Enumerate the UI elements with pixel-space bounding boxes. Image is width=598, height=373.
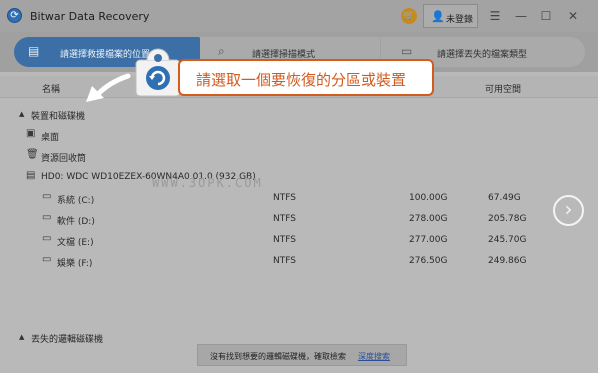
user-icon: 👤 — [431, 10, 445, 23]
drive-icon: ▭ — [42, 191, 52, 202]
partition-free: 249.86G — [488, 256, 527, 266]
title-bar: ⟳ Bitwar Data Recovery 🛒 👤 未登錄 ☰ — ☐ ✕ — [0, 0, 598, 32]
next-step-button[interactable]: › — [553, 195, 584, 226]
deep-search-link[interactable]: 深度搜索 — [358, 351, 390, 362]
partition-row[interactable]: ▭ 文檔 (E:) NTFS 277.00G 245.70G — [42, 232, 542, 248]
footer-hint: 沒有找到想要的邏輯磁碟機，確取檢索 深度搜索 — [197, 344, 407, 366]
partition-size: 100.00G — [409, 193, 448, 203]
minimize-icon[interactable]: — — [513, 8, 529, 24]
partition-free: 67.49G — [488, 193, 521, 203]
column-name[interactable]: 名稱 — [42, 82, 60, 95]
maximize-icon[interactable]: ☐ — [538, 8, 554, 24]
cart-icon[interactable]: 🛒 — [401, 8, 417, 24]
callout-text: 請選取一個要恢復的分區或裝置 — [196, 71, 407, 89]
partition-free: 205.78G — [488, 214, 527, 224]
partition-row[interactable]: ▭ 軟件 (D:) NTFS 278.00G 205.78G — [42, 211, 542, 227]
search-icon: ⌕ — [218, 44, 225, 58]
footer-message: 沒有找到想要的邏輯磁碟機，確取檢索 — [210, 352, 346, 361]
partition-fs: NTFS — [273, 256, 296, 266]
lost-partitions-label: 丟失的邏輯磁碟機 — [31, 335, 104, 345]
collapse-caret-icon[interactable]: ▲ — [19, 333, 24, 341]
recycle-bin-label: 資源回收筒 — [41, 154, 87, 164]
tutorial-callout: 請選取一個要恢復的分區或裝置 — [178, 59, 434, 96]
partition-fs: NTFS — [273, 214, 296, 224]
partition-row[interactable]: ▭ 系統 (C:) NTFS 100.00G 67.49G — [42, 190, 542, 206]
watermark: WWW.3OPK.COM — [152, 176, 263, 190]
collapse-caret-icon[interactable]: ▲ — [19, 110, 24, 118]
document-icon: ▤ — [28, 44, 40, 58]
drive-icon: ▭ — [42, 254, 52, 265]
partition-name: 文檔 (E:) — [57, 238, 94, 248]
devices-group[interactable]: ▲ 裝置和磁碟機 — [19, 106, 219, 122]
partition-name: 娛樂 (F:) — [57, 259, 93, 269]
drive-icon: ▭ — [42, 233, 52, 244]
refresh-icon — [135, 48, 181, 97]
partition-size: 277.00G — [409, 235, 448, 245]
desktop-icon: ▣ — [26, 128, 36, 139]
devices-group-label: 裝置和磁碟機 — [31, 112, 86, 122]
lost-partitions-group[interactable]: ▲ 丟失的邏輯磁碟機 — [19, 329, 219, 345]
column-free-space[interactable]: 可用空間 — [485, 82, 521, 95]
partition-size: 276.50G — [409, 256, 448, 266]
trash-icon: 🗑 — [26, 149, 39, 160]
partition-name: 系統 (C:) — [57, 196, 95, 206]
partition-free: 245.70G — [488, 235, 527, 245]
partition-fs: NTFS — [273, 235, 296, 245]
app-logo-icon: ⟳ — [7, 8, 22, 23]
login-button[interactable]: 👤 未登錄 — [423, 4, 478, 28]
partition-row[interactable]: ▭ 娛樂 (F:) NTFS 276.50G 249.86G — [42, 253, 542, 269]
partition-name: 軟件 (D:) — [57, 217, 95, 227]
tutorial-arrow-icon — [86, 73, 131, 102]
menu-icon[interactable]: ☰ — [487, 8, 503, 24]
step-file-type-label: 請選擇丟失的檔案類型 — [437, 50, 528, 60]
partition-fs: NTFS — [273, 193, 296, 203]
hard-disk-icon: ▤ — [26, 170, 36, 181]
drive-icon: ▭ — [42, 212, 52, 223]
login-label: 未登錄 — [446, 15, 474, 25]
tree-item-desktop[interactable]: ▣ 桌面 — [26, 127, 226, 143]
monitor-icon: ▭ — [401, 44, 413, 58]
desktop-label: 桌面 — [41, 133, 60, 143]
close-icon[interactable]: ✕ — [565, 8, 581, 24]
tree-item-recycle-bin[interactable]: 🗑 資源回收筒 — [26, 148, 226, 164]
partition-size: 278.00G — [409, 214, 448, 224]
app-title: Bitwar Data Recovery — [30, 10, 150, 23]
